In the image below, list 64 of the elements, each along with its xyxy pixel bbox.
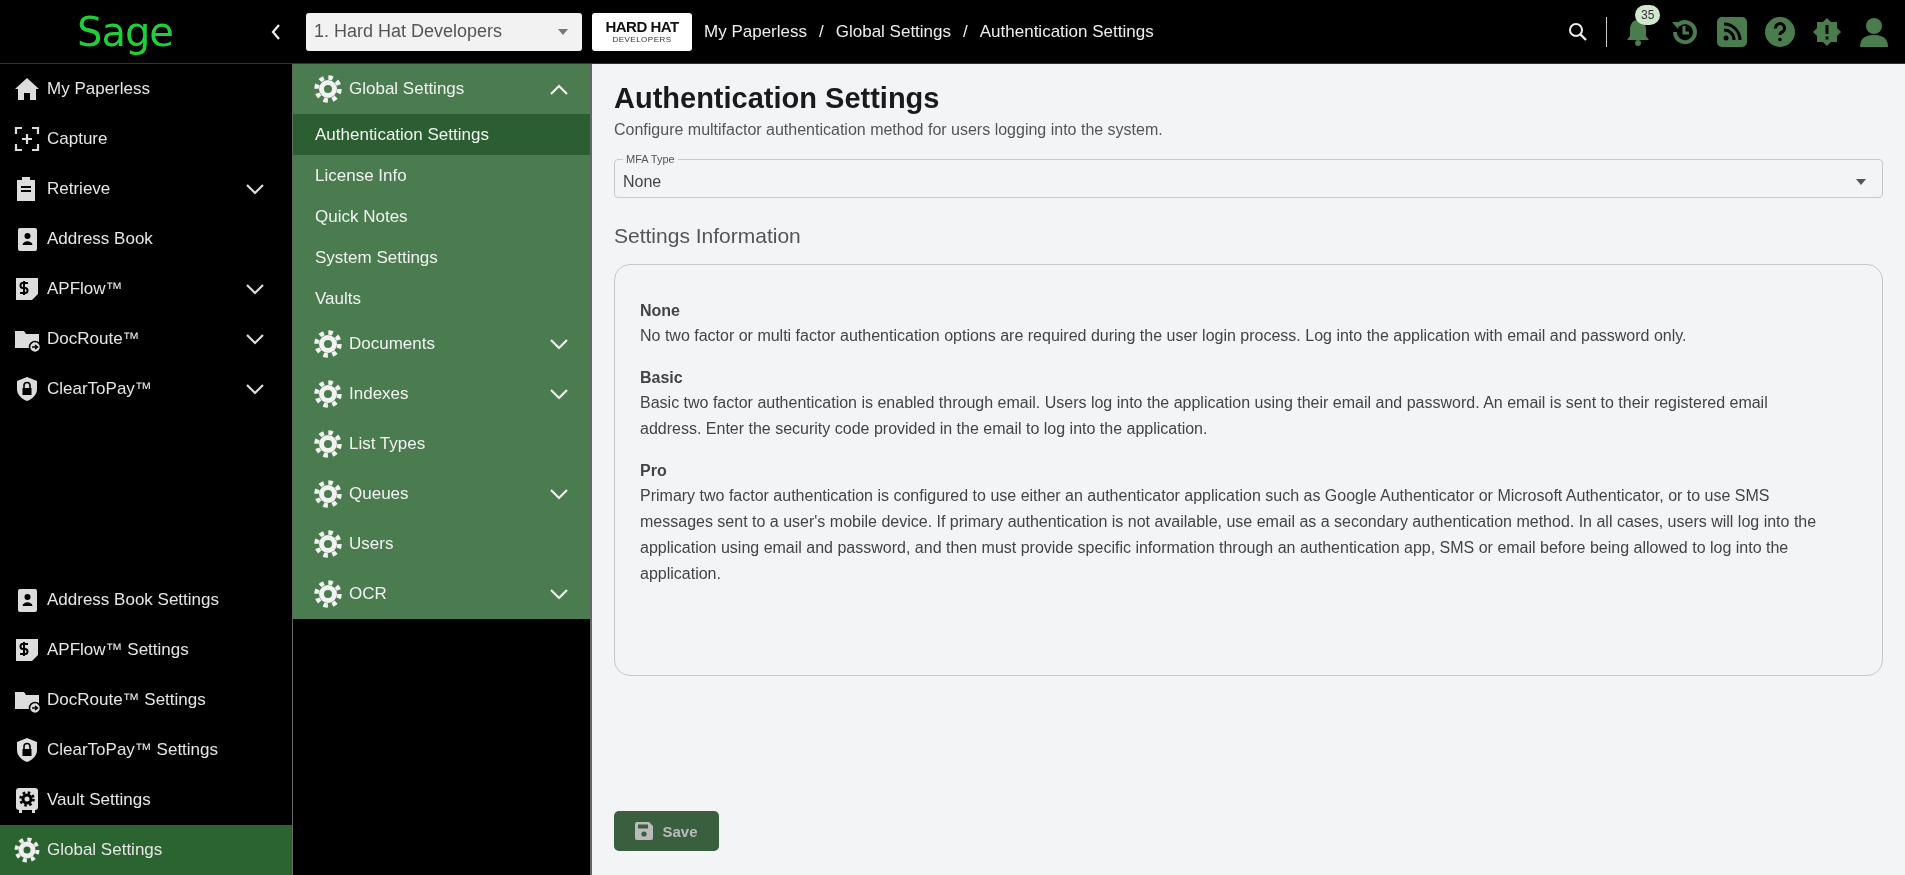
sidebar-item[interactable]: Address Book	[0, 214, 292, 264]
option-description: Basic two factor authentication is enabled through email. Users log into the application using their email and password. An email is sent to their registered email address. Enter the security code provided in the email to log into the application.	[640, 393, 1769, 439]
sidebar-item[interactable]: ClearToPay™ Settings	[0, 725, 292, 775]
alert-badge-icon[interactable]	[1813, 17, 1841, 46]
breadcrumb-separator: /	[819, 21, 824, 42]
dollar-document-icon	[13, 275, 41, 303]
search-icon[interactable]	[1568, 21, 1588, 42]
gear-icon	[313, 529, 343, 559]
help-icon[interactable]	[1765, 16, 1795, 47]
dollar-document-icon	[13, 636, 41, 664]
caret-down-icon	[1856, 178, 1866, 185]
settings-menu-section[interactable]: Global Settings	[293, 64, 590, 114]
gear-icon	[313, 579, 343, 609]
sidebar-item[interactable]: Capture	[0, 114, 292, 164]
brand-logo: Sage	[77, 8, 173, 55]
sidebar-item[interactable]: DocRoute™	[0, 314, 292, 364]
breadcrumb-link[interactable]: Authentication Settings	[979, 21, 1154, 42]
sidebar-item[interactable]: ClearToPay™	[0, 364, 292, 414]
gear-icon	[13, 836, 41, 864]
breadcrumb-separator: /	[963, 21, 968, 42]
settings-menu-item[interactable]: Authentication Settings	[293, 114, 590, 155]
gear-icon	[313, 329, 343, 359]
sidebar-item[interactable]: My Paperless	[0, 64, 292, 114]
capture-frame-icon	[13, 125, 41, 153]
page-description: Configure multifactor authentication method for users logging into the system.	[614, 121, 1164, 139]
settings-menu-section[interactable]: Queues	[293, 469, 590, 519]
gear-icon	[313, 479, 343, 509]
breadcrumb-link[interactable]: Global Settings	[835, 21, 951, 42]
settings-menu-section[interactable]: OCR	[293, 569, 590, 619]
user-icon[interactable]	[1859, 16, 1889, 47]
settings-menu-item[interactable]: System Settings	[293, 237, 590, 278]
settings-menu-item[interactable]: License Info	[293, 155, 590, 196]
save-button[interactable]: Save	[614, 811, 719, 851]
notification-count-badge: 35	[1635, 4, 1661, 25]
settings-menu-section[interactable]: List Types	[293, 419, 590, 469]
option-description: No two factor or multi factor authentication options are required during the user login process. Log into the application with email and password only.	[640, 326, 1688, 346]
settings-menu-item[interactable]: Vaults	[293, 278, 590, 319]
gear-icon	[313, 429, 343, 459]
settings-menu-item[interactable]: Quick Notes	[293, 196, 590, 237]
option-description: Primary two factor authentication is configured to use either an authenticator application such as Google Authenticator or Microsoft Authenticator, or to use SMS messages sent to a user's mobile device. If primary authentication is not available, use email as a secondary authentication method. In all cases, users will log into the application using email and password, and then must provide specific information through an authentication app, SMS or email before being allowed to log into the application.	[640, 486, 1818, 584]
sidebar-item[interactable]: APFlow™	[0, 264, 292, 314]
gear-icon	[313, 379, 343, 409]
sidebar-item[interactable]: DocRoute™ Settings	[0, 675, 292, 725]
company-logo: HARD HAT DEVELOPERS	[592, 12, 692, 51]
breadcrumb-link[interactable]: My Paperless	[704, 21, 807, 42]
option-heading: None	[640, 301, 681, 321]
rss-feed-icon[interactable]	[1717, 16, 1747, 47]
sidebar-item[interactable]: Address Book Settings	[0, 575, 292, 625]
sidebar-item[interactable]: Retrieve	[0, 164, 292, 214]
page-title: Authentication Settings	[614, 82, 941, 115]
section-heading: Settings Information	[614, 224, 802, 248]
settings-menu-section[interactable]: Indexes	[293, 369, 590, 419]
caret-down-icon	[558, 28, 568, 35]
sidebar-item[interactable]: Vault Settings	[0, 775, 292, 825]
settings-menu-section[interactable]: Documents	[293, 319, 590, 369]
gear-icon	[313, 74, 343, 104]
sidebar-item[interactable]: APFlow™ Settings	[0, 625, 292, 675]
option-heading: Basic	[640, 368, 684, 388]
vault-gear-icon	[13, 786, 41, 814]
sidebar-item[interactable]: Global Settings	[0, 825, 292, 875]
settings-menu-section[interactable]: Users	[293, 519, 590, 569]
option-heading: Pro	[640, 461, 668, 481]
house-icon	[13, 75, 41, 103]
vault-select[interactable]: 1. Hard Hat Developers	[306, 12, 582, 51]
